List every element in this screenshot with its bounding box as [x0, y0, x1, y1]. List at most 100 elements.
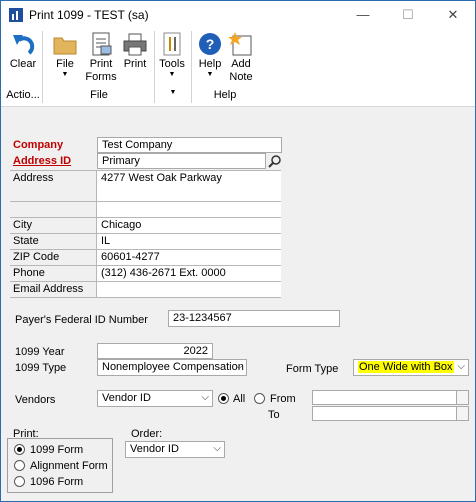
- chevron-down-icon: ⌵: [457, 361, 465, 372]
- year-label: 1099 Year: [15, 346, 65, 358]
- zip-label: ZIP Code: [13, 251, 60, 263]
- ribbon-separator: [154, 31, 155, 103]
- email-row: Email Address: [10, 281, 281, 298]
- from-radio[interactable]: [254, 393, 265, 404]
- option-1096-form: 1096 Form: [30, 476, 84, 488]
- federal-id-field[interactable]: 23-1234567: [168, 310, 340, 327]
- type-dropdown[interactable]: Nonemployee Compensation ⌵: [97, 359, 247, 376]
- address-row-3: [10, 201, 281, 217]
- company-label[interactable]: Company: [13, 139, 63, 151]
- print-label: Print: [123, 58, 147, 70]
- city-field[interactable]: Chicago: [96, 218, 281, 233]
- help-label: Help: [198, 58, 222, 70]
- clear-label: Clear: [9, 58, 37, 70]
- help-icon: ?: [196, 31, 224, 57]
- chevron-down-icon: ▼: [168, 71, 176, 78]
- tools-button[interactable]: Tools ▼: [157, 31, 187, 79]
- address-id-label[interactable]: Address ID: [13, 155, 71, 167]
- add-note-label-1: Add: [231, 58, 251, 70]
- help-button[interactable]: ? Help ▼: [195, 31, 225, 79]
- from-label: From: [270, 393, 296, 405]
- group-tools-expand[interactable]: ▼: [157, 89, 189, 96]
- option-alignment-form: Alignment Form: [30, 460, 108, 472]
- address-row-2: [10, 186, 281, 201]
- group-file: File: [90, 89, 108, 101]
- radio-1096-form[interactable]: [14, 476, 25, 487]
- email-field[interactable]: [96, 282, 281, 297]
- ribbon-separator: [42, 31, 43, 103]
- window-title: Print 1099 - TEST (sa): [29, 8, 149, 22]
- order-value: Vendor ID: [130, 443, 179, 455]
- company-field[interactable]: Test Company: [97, 137, 282, 153]
- print-forms-button[interactable]: Print Forms: [84, 31, 118, 84]
- to-lookup-button[interactable]: [456, 406, 469, 421]
- ribbon-separator: [191, 31, 192, 103]
- state-field[interactable]: IL: [96, 234, 281, 249]
- document-icon: [87, 31, 115, 57]
- order-label: Order:: [131, 428, 163, 440]
- state-label: State: [13, 235, 39, 247]
- vendors-dropdown[interactable]: Vendor ID ⌵: [97, 390, 213, 407]
- magnifier-icon[interactable]: [268, 154, 282, 168]
- city-label: City: [13, 219, 32, 231]
- chevron-down-icon: ⌵: [213, 443, 221, 454]
- printer-icon: [121, 31, 149, 57]
- add-note-label-2: Note: [229, 71, 253, 83]
- address-line1-field[interactable]: 4277 West Oak Parkway: [96, 171, 281, 186]
- note-icon: [227, 31, 255, 57]
- form-panel: Company Test Company Address ID Primary …: [1, 108, 475, 501]
- print-1099-window: Print 1099 - TEST (sa) — ☐ ✕ Clear File …: [0, 0, 476, 502]
- zip-row: ZIP Code 60601-4277: [10, 249, 281, 265]
- to-field[interactable]: [312, 406, 457, 421]
- group-help: Help: [213, 89, 237, 101]
- type-value: Nonemployee Compensation: [102, 361, 244, 373]
- undo-icon: [9, 31, 37, 57]
- city-row: City Chicago: [10, 217, 281, 233]
- form-type-label: Form Type: [286, 363, 339, 375]
- phone-field[interactable]: (312) 436-2671 Ext. 0000: [96, 266, 281, 281]
- from-lookup-button[interactable]: [456, 390, 469, 405]
- address-id-field[interactable]: Primary: [97, 153, 266, 169]
- address-line2-field[interactable]: [96, 186, 281, 201]
- svg-text:?: ?: [206, 36, 215, 52]
- from-field[interactable]: [312, 390, 457, 405]
- address-row: Address 4277 West Oak Parkway: [10, 170, 281, 186]
- close-button[interactable]: ✕: [431, 1, 475, 29]
- vendors-label: Vendors: [15, 394, 56, 406]
- phone-label: Phone: [13, 267, 45, 279]
- minimize-button[interactable]: —: [341, 1, 385, 29]
- address-label: Address: [13, 172, 54, 184]
- print-forms-label-1: Print: [89, 58, 113, 70]
- group-actions: Actio...: [6, 89, 40, 101]
- chevron-down-icon: ▼: [206, 71, 214, 78]
- all-radio[interactable]: [218, 393, 229, 404]
- ribbon-toolbar: Clear File ▼ Print Forms Print Tools ▼ ?…: [1, 29, 475, 107]
- folder-icon: [51, 31, 79, 57]
- address-line2b-field[interactable]: [96, 202, 281, 217]
- to-label: To: [268, 409, 280, 421]
- app-icon: [9, 8, 23, 22]
- phone-row: Phone (312) 436-2671 Ext. 0000: [10, 265, 281, 281]
- zip-field[interactable]: 60601-4277: [96, 250, 281, 265]
- file-button[interactable]: File ▼: [49, 31, 81, 79]
- radio-1099-form[interactable]: [14, 444, 25, 455]
- print-button[interactable]: Print: [119, 31, 151, 71]
- form-type-dropdown[interactable]: One Wide with Box ⌵: [353, 359, 469, 376]
- chevron-down-icon: ▼: [61, 71, 69, 78]
- file-label: File: [56, 58, 74, 70]
- order-dropdown[interactable]: Vendor ID ⌵: [125, 441, 225, 458]
- radio-alignment-form[interactable]: [14, 460, 25, 471]
- title-bar: Print 1099 - TEST (sa) — ☐ ✕: [1, 1, 475, 29]
- email-label: Email Address: [13, 283, 84, 295]
- state-row: State IL: [10, 233, 281, 249]
- tools-icon: [158, 31, 186, 57]
- print-forms-label-2: Forms: [85, 71, 117, 83]
- type-label: 1099 Type: [15, 362, 67, 374]
- year-field[interactable]: 2022: [97, 343, 213, 359]
- maximize-button[interactable]: ☐: [386, 1, 430, 29]
- chevron-down-icon: ⌵: [201, 392, 209, 403]
- tools-label: Tools: [159, 58, 185, 70]
- federal-id-label: Payer's Federal ID Number: [15, 314, 148, 326]
- clear-button[interactable]: Clear: [7, 31, 39, 71]
- add-note-button[interactable]: Add Note: [227, 31, 255, 84]
